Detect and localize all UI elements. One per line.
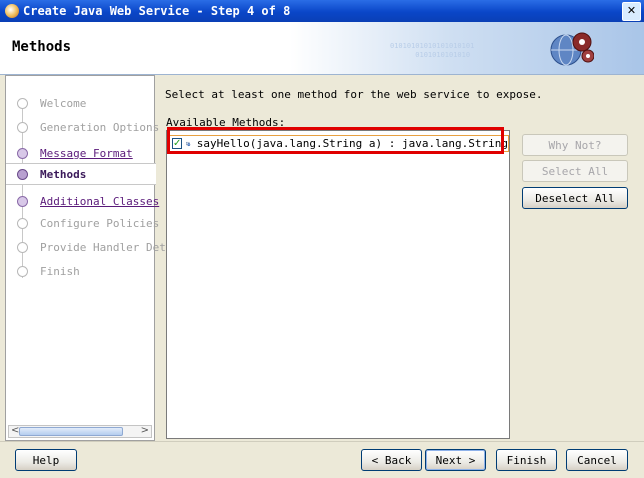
step-label[interactable]: Message Format <box>40 147 133 160</box>
step-label: Welcome <box>40 96 87 110</box>
step-label: Methods <box>40 167 87 181</box>
web-method-icon <box>186 141 191 146</box>
wizard-header: Methods 01010101010101010101 01010101010… <box>0 22 644 75</box>
step-finish: Finish <box>6 260 156 282</box>
scroll-right-icon[interactable]: > <box>141 425 149 436</box>
scroll-thumb[interactable] <box>19 427 123 436</box>
select-all-button[interactable]: Select All <box>522 160 628 182</box>
finish-button[interactable]: Finish <box>496 449 557 471</box>
step-marker-icon <box>17 265 28 277</box>
step-label: Generation Options <box>40 120 160 134</box>
step-marker-icon <box>17 147 28 159</box>
method-signature: sayHello(java.lang.String a) : java.lang… <box>196 137 508 150</box>
next-button[interactable]: Next > <box>425 449 486 471</box>
app-icon <box>5 4 19 18</box>
help-button[interactable]: Help <box>15 449 77 471</box>
step-marker-icon <box>17 241 28 253</box>
step-label: Provide Handler Det <box>40 240 166 254</box>
window-title-bar: Create Java Web Service - Step 4 of 8 ✕ <box>0 0 644 22</box>
step-marker-icon <box>17 121 28 133</box>
globe-gears-icon <box>550 32 594 66</box>
step-configure-policies: Configure Policies <box>6 212 160 234</box>
page-title: Methods <box>12 39 72 55</box>
steps-horizontal-scrollbar[interactable]: < > <box>8 425 152 438</box>
step-marker-icon <box>17 217 28 229</box>
step-welcome: Welcome <box>6 92 156 114</box>
step-provide-handler: Provide Handler Det <box>6 236 166 258</box>
step-label[interactable]: Additional Classes <box>40 195 159 208</box>
footer-separator <box>0 441 644 442</box>
step-marker-icon <box>17 168 28 180</box>
instruction-text: Select at least one method for the web s… <box>165 88 543 101</box>
why-not-button[interactable]: Why Not? <box>522 134 628 156</box>
step-additional-classes[interactable]: Additional Classes <box>6 190 159 212</box>
step-generation-options: Generation Options <box>6 116 160 138</box>
list-item[interactable]: ✓ sayHello(java.lang.String a) : java.la… <box>169 135 509 152</box>
wizard-steps-panel: Welcome Generation Options Message Forma… <box>5 75 166 441</box>
step-methods: Methods <box>6 163 156 185</box>
deselect-all-button[interactable]: Deselect All <box>522 187 628 209</box>
method-checkbox[interactable]: ✓ <box>172 138 183 149</box>
step-label: Finish <box>40 264 80 278</box>
step-message-format[interactable]: Message Format <box>6 142 156 164</box>
cancel-button[interactable]: Cancel <box>566 449 628 471</box>
close-icon[interactable]: ✕ <box>622 2 641 21</box>
available-methods-label: Available Methods: <box>166 116 286 129</box>
step-marker-icon <box>17 195 28 207</box>
window-title: Create Java Web Service - Step 4 of 8 <box>23 4 291 18</box>
step-marker-icon <box>17 97 28 109</box>
available-methods-list[interactable]: ✓ sayHello(java.lang.String a) : java.la… <box>166 130 510 439</box>
step-label: Configure Policies <box>40 216 160 230</box>
decorative-binary-text: 01010101010101010101 0101010101010 <box>390 42 475 59</box>
back-button[interactable]: < Back <box>361 449 422 471</box>
